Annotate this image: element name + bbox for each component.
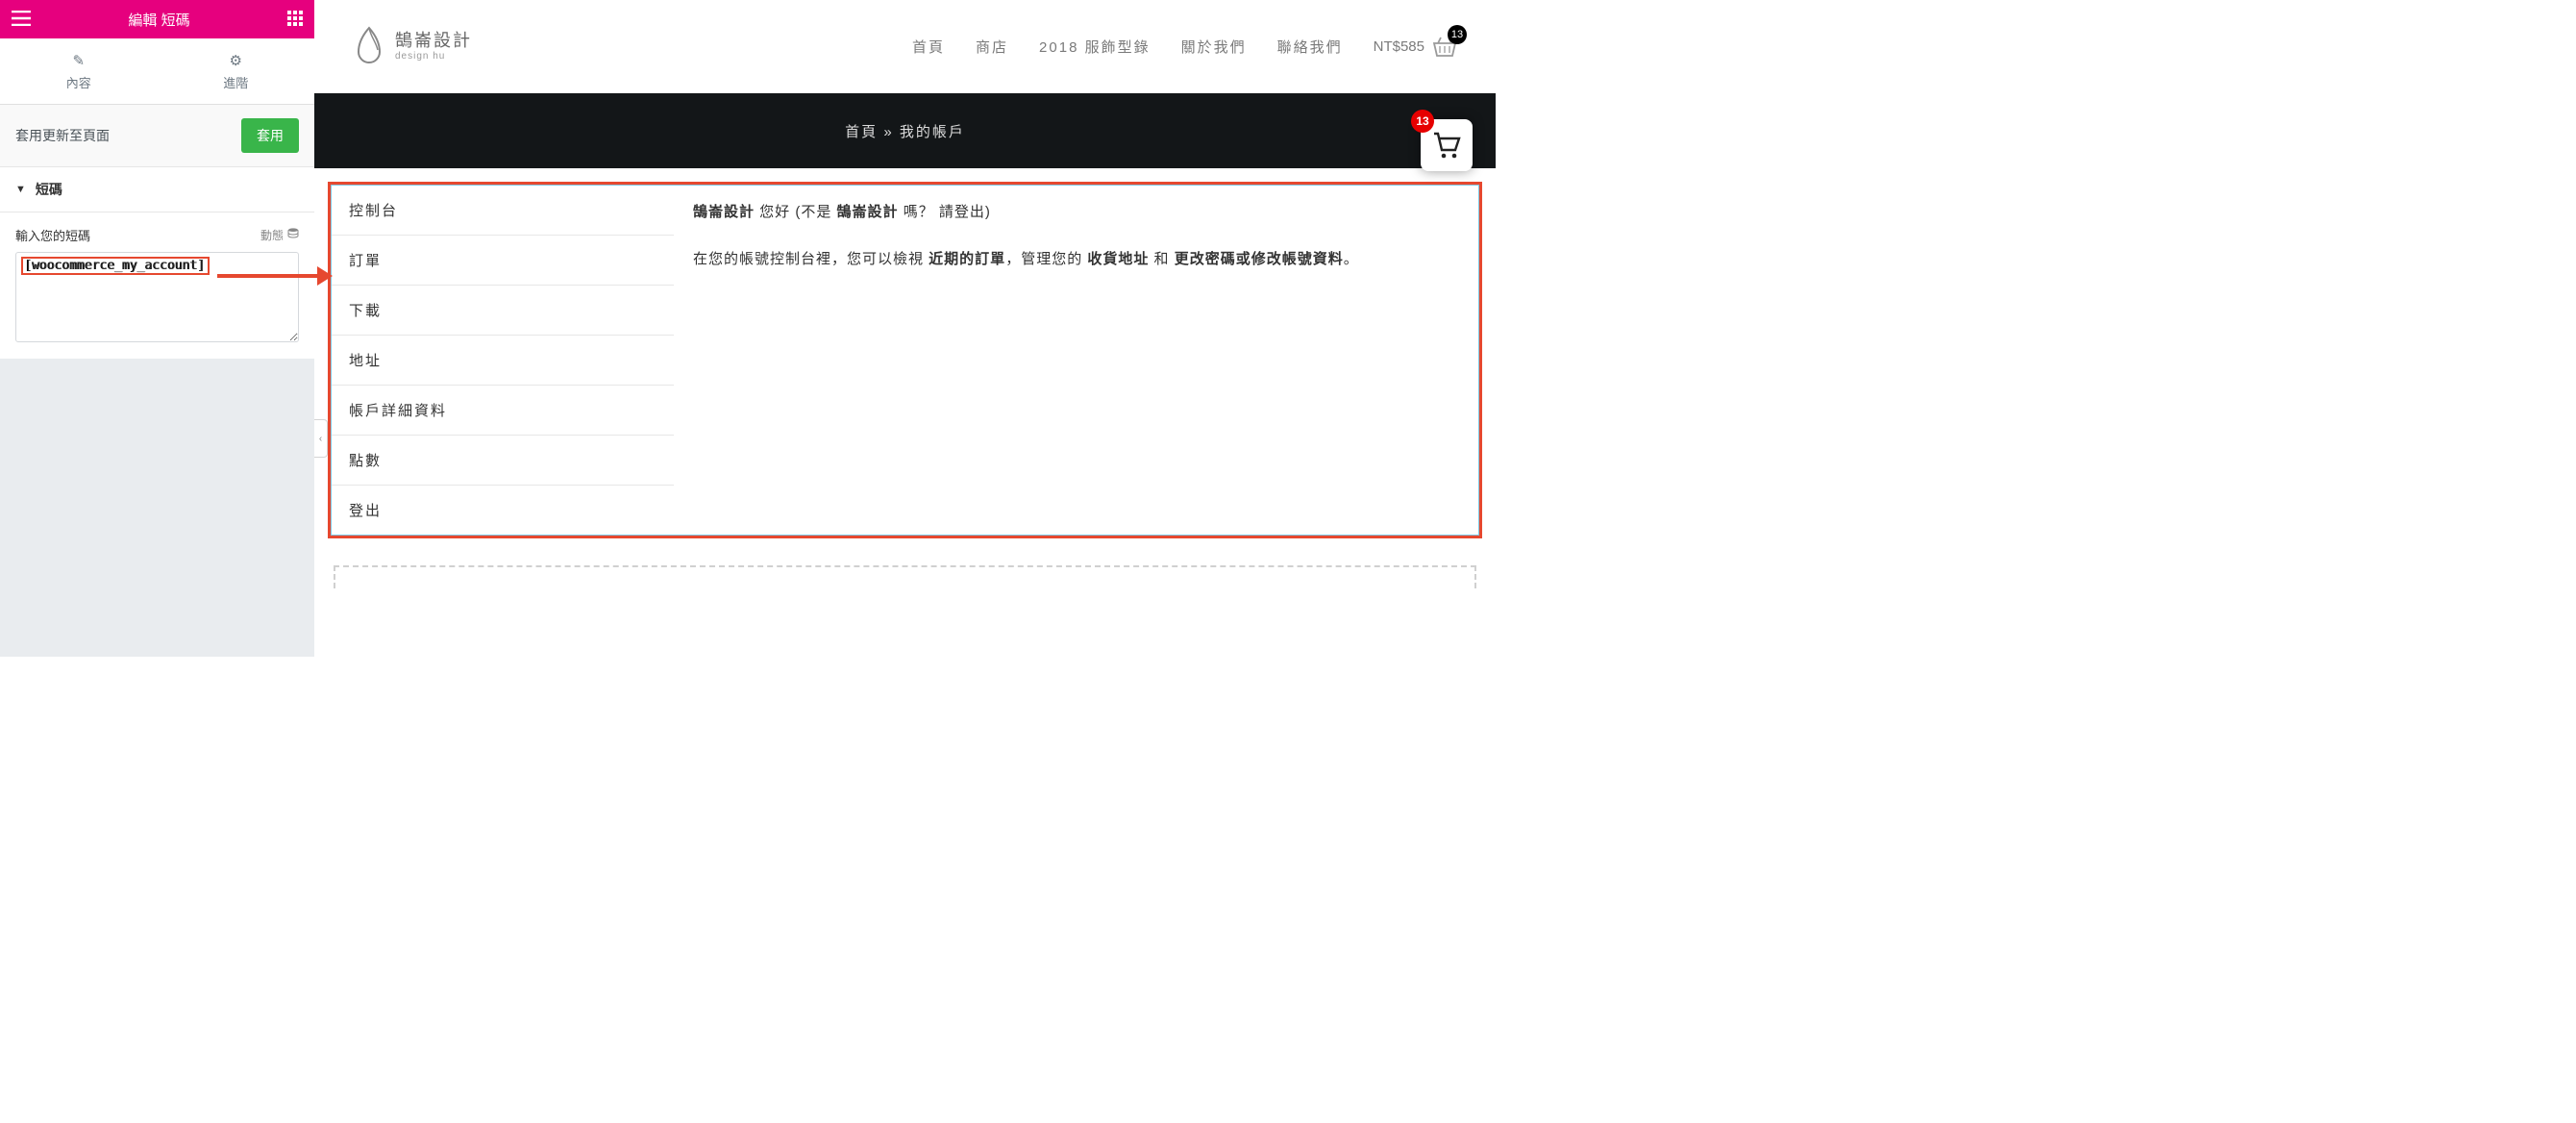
- account-nav-orders[interactable]: 訂單: [332, 236, 674, 286]
- account-nav-logout[interactable]: 登出: [332, 486, 674, 535]
- chevron-left-icon: ‹: [319, 434, 322, 444]
- caret-down-icon: ▼: [15, 184, 26, 195]
- tab-advanced-label: 進階: [223, 76, 248, 90]
- widgets-grid-icon[interactable]: [287, 11, 303, 29]
- addresses-link[interactable]: 收貨地址: [1087, 251, 1149, 267]
- breadcrumb-home[interactable]: 首頁: [845, 124, 878, 140]
- empty-section-placeholder[interactable]: [334, 565, 1476, 588]
- cart-count-badge: 13: [1448, 25, 1467, 44]
- nav-contact[interactable]: 聯絡我們: [1277, 37, 1343, 57]
- shortcode-field: 輸入您的短碼 動態 [woocommerce_my_account]: [0, 212, 314, 359]
- tab-content-label: 內容: [66, 76, 91, 90]
- logo-mark-icon: [353, 26, 385, 68]
- account-nav-downloads[interactable]: 下載: [332, 286, 674, 336]
- menu-icon[interactable]: [12, 11, 31, 29]
- apply-row: 套用更新至頁面 套用: [0, 105, 314, 167]
- editor-empty-area: [0, 359, 314, 657]
- header-cart[interactable]: NT$585 13: [1374, 37, 1457, 58]
- breadcrumb-bar: 首頁 » 我的帳戶: [314, 93, 1496, 168]
- dashboard-description: 在您的帳號控制台裡，您可以檢視 近期的訂單，管理您的 收貨地址 和 更改密碼或修…: [693, 246, 1459, 272]
- logo-text-zh: 鵠崙設計: [395, 32, 472, 51]
- section-shortcode-header[interactable]: ▼ 短碼: [0, 167, 314, 212]
- logo-text-en: design hu: [395, 51, 472, 62]
- cart-icon: [1432, 132, 1461, 159]
- account-nav-details[interactable]: 帳戶詳細資料: [332, 386, 674, 436]
- greeting-name: 鵠崙設計: [693, 204, 755, 220]
- logout-link[interactable]: 請登出: [939, 204, 985, 220]
- site-header: 鵠崙設計 design hu 首頁 商店 2018 服飾型錄 關於我們 聯絡我們…: [314, 0, 1496, 93]
- account-content: 鵠崙設計 您好 (不是 鵠崙設計 嗎？ 請登出) 在您的帳號控制台裡，您可以檢視…: [674, 186, 1478, 307]
- breadcrumb: 首頁 » 我的帳戶: [845, 121, 965, 141]
- account-nav-dashboard[interactable]: 控制台: [332, 186, 674, 236]
- apply-text: 套用更新至頁面: [15, 126, 110, 145]
- editor-tabs: ✎ 內容 ⚙ 進階: [0, 38, 314, 105]
- site-logo[interactable]: 鵠崙設計 design hu: [353, 26, 472, 68]
- greeting-not-name: 鵠崙設計: [837, 204, 899, 220]
- editor-title: 編輯 短碼: [128, 10, 189, 30]
- apply-button[interactable]: 套用: [241, 118, 299, 153]
- my-account-widget: 控制台 訂單 下載 地址 帳戶詳細資料 點數 登出 鵠崙設計 您好 (不是 鵠崙…: [331, 185, 1479, 536]
- nav-about[interactable]: 關於我們: [1181, 37, 1247, 57]
- edit-account-link[interactable]: 更改密碼或修改帳號資料: [1175, 251, 1344, 267]
- preview-area: 鵠崙設計 design hu 首頁 商店 2018 服飾型錄 關於我們 聯絡我們…: [314, 0, 1496, 657]
- editor-sidebar: 編輯 短碼 ✎ 內容 ⚙ 進階 套用更新至頁面 套用 ▼ 短碼 輸入您的短碼 動…: [0, 0, 314, 657]
- field-label: 輸入您的短碼: [15, 226, 90, 244]
- shortcode-input[interactable]: [15, 252, 299, 342]
- account-nav: 控制台 訂單 下載 地址 帳戶詳細資料 點數 登出: [332, 186, 674, 535]
- breadcrumb-current: 我的帳戶: [900, 124, 965, 140]
- floating-cart-badge: 13: [1411, 110, 1434, 133]
- gear-icon: ⚙: [158, 52, 315, 69]
- tab-advanced[interactable]: ⚙ 進階: [158, 38, 315, 104]
- panel-collapse-handle[interactable]: ‹: [314, 419, 328, 458]
- dynamic-toggle[interactable]: 動態: [260, 227, 299, 243]
- nav-shop[interactable]: 商店: [976, 37, 1008, 57]
- floating-cart-button[interactable]: 13: [1421, 119, 1473, 171]
- nav-catalog[interactable]: 2018 服飾型錄: [1039, 37, 1151, 57]
- pencil-icon: ✎: [0, 52, 158, 69]
- tab-content[interactable]: ✎ 內容: [0, 38, 158, 104]
- widget-highlight-annotation: 控制台 訂單 下載 地址 帳戶詳細資料 點數 登出 鵠崙設計 您好 (不是 鵠崙…: [328, 182, 1482, 538]
- editor-header: 編輯 短碼: [0, 0, 314, 38]
- section-title: 短碼: [36, 180, 62, 199]
- breadcrumb-sep: »: [878, 124, 900, 140]
- database-icon: [287, 228, 299, 242]
- account-nav-points[interactable]: 點數: [332, 436, 674, 486]
- dynamic-label: 動態: [260, 227, 284, 243]
- nav-home[interactable]: 首頁: [912, 37, 945, 57]
- recent-orders-link[interactable]: 近期的訂單: [929, 251, 1005, 267]
- account-nav-addresses[interactable]: 地址: [332, 336, 674, 386]
- greeting-line: 鵠崙設計 您好 (不是 鵠崙設計 嗎？ 請登出): [693, 199, 1459, 225]
- main-nav: 首頁 商店 2018 服飾型錄 關於我們 聯絡我們 NT$585 13: [912, 37, 1457, 58]
- cart-total: NT$585: [1374, 38, 1424, 55]
